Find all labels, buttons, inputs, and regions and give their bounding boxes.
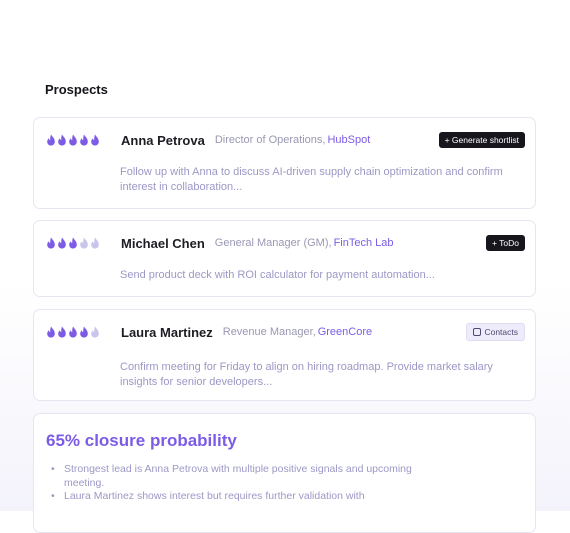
prospect-name: Laura Martinez [121, 324, 213, 340]
prospect-company[interactable]: GreenCore [318, 326, 372, 338]
prospect-role: Director of Operations, [214, 134, 326, 146]
prospect-note: Confirm meeting for Friday to align on h… [120, 361, 493, 388]
insight-item: Laura Martinez shows interest but requir… [51, 490, 451, 504]
flame-icon [90, 134, 100, 146]
prospect-card-michael-chen[interactable]: Michael Chen General Manager (GM), FinTe… [33, 220, 536, 297]
prospect-name: Michael Chen [121, 235, 205, 251]
flame-icon [90, 237, 100, 249]
prospect-note: Send product deck with ROI calculator fo… [120, 269, 435, 281]
flame-icon [79, 326, 89, 338]
flame-icon [68, 237, 78, 249]
contacts-icon [473, 328, 482, 336]
generate-shortlist-button[interactable]: + Generate shortlist [438, 132, 525, 148]
rating-flames [46, 134, 110, 146]
flame-icon [57, 237, 67, 249]
insight-list: Strongest lead is Anna Petrova with mult… [51, 463, 451, 504]
flame-icon [46, 326, 56, 338]
insight-item: Strongest lead is Anna Petrova with mult… [51, 463, 451, 490]
flame-icon [90, 326, 100, 338]
flame-icon [68, 134, 78, 146]
rating-flames [46, 237, 110, 249]
prospect-card-laura-martinez[interactable]: Laura Martinez Revenue Manager, GreenCor… [33, 309, 536, 401]
flame-icon [79, 237, 89, 249]
prospect-company[interactable]: FinTech Lab [334, 237, 394, 249]
prospect-role: Revenue Manager, [222, 326, 316, 338]
flame-icon [68, 326, 78, 338]
closure-probability-title: 65% closure probability [46, 431, 237, 450]
section-title: Prospects [45, 82, 108, 97]
flame-icon [57, 134, 67, 146]
contacts-label: Contacts [484, 327, 518, 337]
prospect-note: Follow up with Anna to discuss AI-driven… [120, 166, 503, 193]
contacts-button[interactable]: Contacts [466, 323, 525, 341]
prospect-company[interactable]: HubSpot [327, 134, 370, 146]
closure-probability-card: 65% closure probability Strongest lead i… [33, 413, 536, 533]
prospect-card-anna-petrova[interactable]: Anna Petrova Director of Operations, Hub… [33, 117, 536, 209]
prospect-role: General Manager (GM), [214, 237, 332, 249]
flame-icon [79, 134, 89, 146]
prospect-name: Anna Petrova [121, 132, 205, 148]
flame-icon [57, 326, 67, 338]
todo-button[interactable]: + ToDo [485, 235, 525, 251]
rating-flames [46, 326, 110, 338]
flame-icon [46, 134, 56, 146]
flame-icon [46, 237, 56, 249]
